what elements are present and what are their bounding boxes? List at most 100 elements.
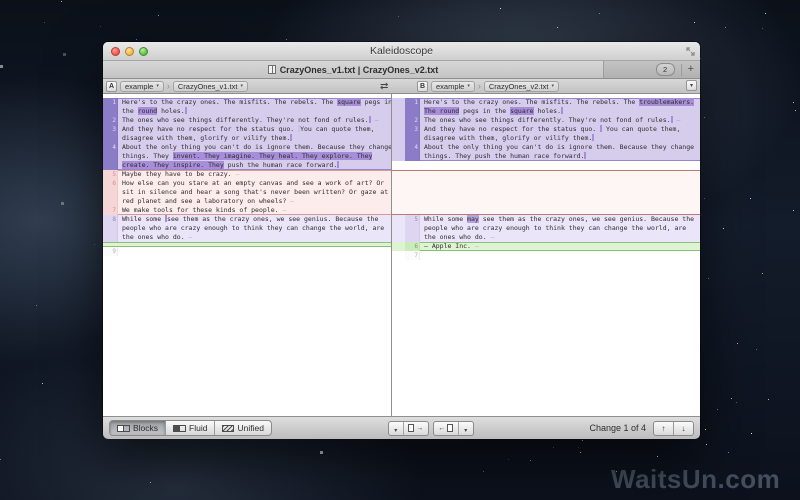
line-text: We make tools for these kinds of people.… [118,206,391,215]
down-arrow-icon: ↓ [682,424,686,433]
line-number: 8 [103,215,118,224]
line-number [405,107,420,116]
next-change-button[interactable]: ↓ [674,422,693,435]
line-text [420,251,700,260]
diff-row [392,170,700,215]
mode-label: Blocks [133,423,158,433]
mode-blocks-button[interactable]: Blocks [110,421,166,435]
resize-grip-icon[interactable] [686,47,695,56]
diff-row: disagree with them, glorify or vilify th… [392,134,700,143]
file-badge-b[interactable]: B [417,81,428,92]
diff-row: 3And they have no respect for the status… [392,125,700,134]
line-number [103,224,118,233]
line-number: 1 [103,98,118,107]
line-text: Here's to the crazy ones. The misfits. T… [420,98,700,107]
line-number: 6 [405,242,420,251]
line-text: The ones who see things differently. The… [118,116,391,125]
diff-row: 1Here's to the crazy ones. The misfits. … [392,98,700,107]
line-text: create. They inspire. They push the huma… [118,161,391,170]
line-text: things. They invent. They imagine. They … [118,152,391,161]
diff-row: 9 [103,247,391,256]
arrow-left-icon: ← [438,425,445,432]
left-pane[interactable]: 1Here's to the crazy ones. The misfits. … [103,94,391,416]
diff-row: things. They invent. They imagine. They … [103,152,391,161]
chevron-down-icon [464,421,467,436]
blocks-icon [117,425,130,432]
line-text: How else can you stare at an empty canva… [118,179,391,188]
file-navigation-bar: A example › CrazyOnes_v1.txt B example ›… [103,79,700,94]
prev-change-button[interactable]: ↑ [654,422,674,435]
breadcrumb-file-left[interactable]: CrazyOnes_v1.txt [173,81,248,92]
right-pane[interactable]: 1Here's to the crazy ones. The misfits. … [391,94,700,416]
breadcrumb-file-right[interactable]: CrazyOnes_v2.txt [484,81,559,92]
line-text: things. They push the human race forward… [420,152,700,161]
line-number [103,107,118,116]
line-number: 6 [103,179,118,188]
line-number: 1 [405,98,420,107]
file-badge-a[interactable]: A [106,81,117,92]
mode-label: Unified [237,423,263,433]
line-number: 2 [103,116,118,125]
block-edge-strip [392,116,405,125]
mode-unified-button[interactable]: Unified [215,421,270,435]
line-text: disagree with them, glorify or vilify th… [118,134,391,143]
line-number: 4 [405,143,420,152]
title-bar[interactable]: Kaleidoscope [103,42,700,61]
merge-buttons: → ← [388,421,474,436]
line-number [103,152,118,161]
zoom-button[interactable] [139,47,148,56]
diff-row: 4About the only thing you can't do is ig… [103,143,391,152]
crumb-label: CrazyOnes_v1.txt [178,82,238,91]
line-number: 3 [405,125,420,134]
diff-row: 5Maybe they have to be crazy. – [103,170,391,179]
line-number: 3 [103,125,118,134]
line-number [405,134,420,143]
copy-left-button[interactable]: ← [434,422,459,435]
diff-row: sit in silence and hear a song that's ne… [103,188,391,197]
document-icon [447,424,453,432]
new-tab-button[interactable]: + [688,62,694,77]
merge-options-right-button[interactable] [459,422,473,435]
merge-group-right: ← [433,421,474,436]
line-number: 5 [103,170,118,179]
line-text: The round pegs in the square holes. [420,107,700,116]
mode-fluid-button[interactable]: Fluid [166,421,215,435]
active-tab[interactable]: CrazyOnes_v1.txt | CrazyOnes_v2.txt [103,61,604,78]
kaleidoscope-window: Kaleidoscope CrazyOnes_v1.txt | CrazyOne… [103,42,700,438]
breadcrumb-folder-left[interactable]: example [120,81,164,92]
swap-files-icon[interactable] [380,79,388,93]
breadcrumb-folder-right[interactable]: example [431,81,475,92]
change-nav-segmented: ↑ ↓ [653,421,694,436]
line-number: 7 [405,251,420,260]
traffic-lights [111,47,148,56]
line-number: 2 [405,116,420,125]
tab-separator [681,64,682,76]
mode-label: Fluid [189,423,207,433]
diff-row [392,161,700,170]
block-edge-strip [392,251,405,260]
line-number [103,134,118,143]
close-button[interactable] [111,47,120,56]
merge-group-left: → [388,421,429,436]
diff-row: 7We make tools for these kinds of people… [103,206,391,215]
line-text: – Apple Inc. – [420,242,700,251]
copy-right-button[interactable]: → [404,422,428,435]
line-number [103,197,118,206]
tab-count-badge: 2 [656,63,675,76]
line-text: the ones who do. – [420,233,700,242]
crumb-label: example [125,82,153,91]
document-icon [408,424,414,432]
merge-options-left-button[interactable] [389,422,404,435]
minimize-button[interactable] [125,47,134,56]
diff-row: people who are crazy enough to think the… [392,224,700,233]
change-counter: Change 1 of 4 [589,423,646,433]
diff-row: create. They inspire. They push the huma… [103,161,391,170]
diff-row: 4About the only thing you can't do is ig… [392,143,700,152]
file-menu-button[interactable] [686,80,697,91]
tab-bar-controls: 2 + [656,61,700,78]
block-edge-strip [392,152,405,161]
unified-icon [222,425,234,432]
chevron-down-icon [394,421,397,436]
watermark-text: WaitsUn.com [611,464,780,495]
block-edge-strip [392,107,405,116]
